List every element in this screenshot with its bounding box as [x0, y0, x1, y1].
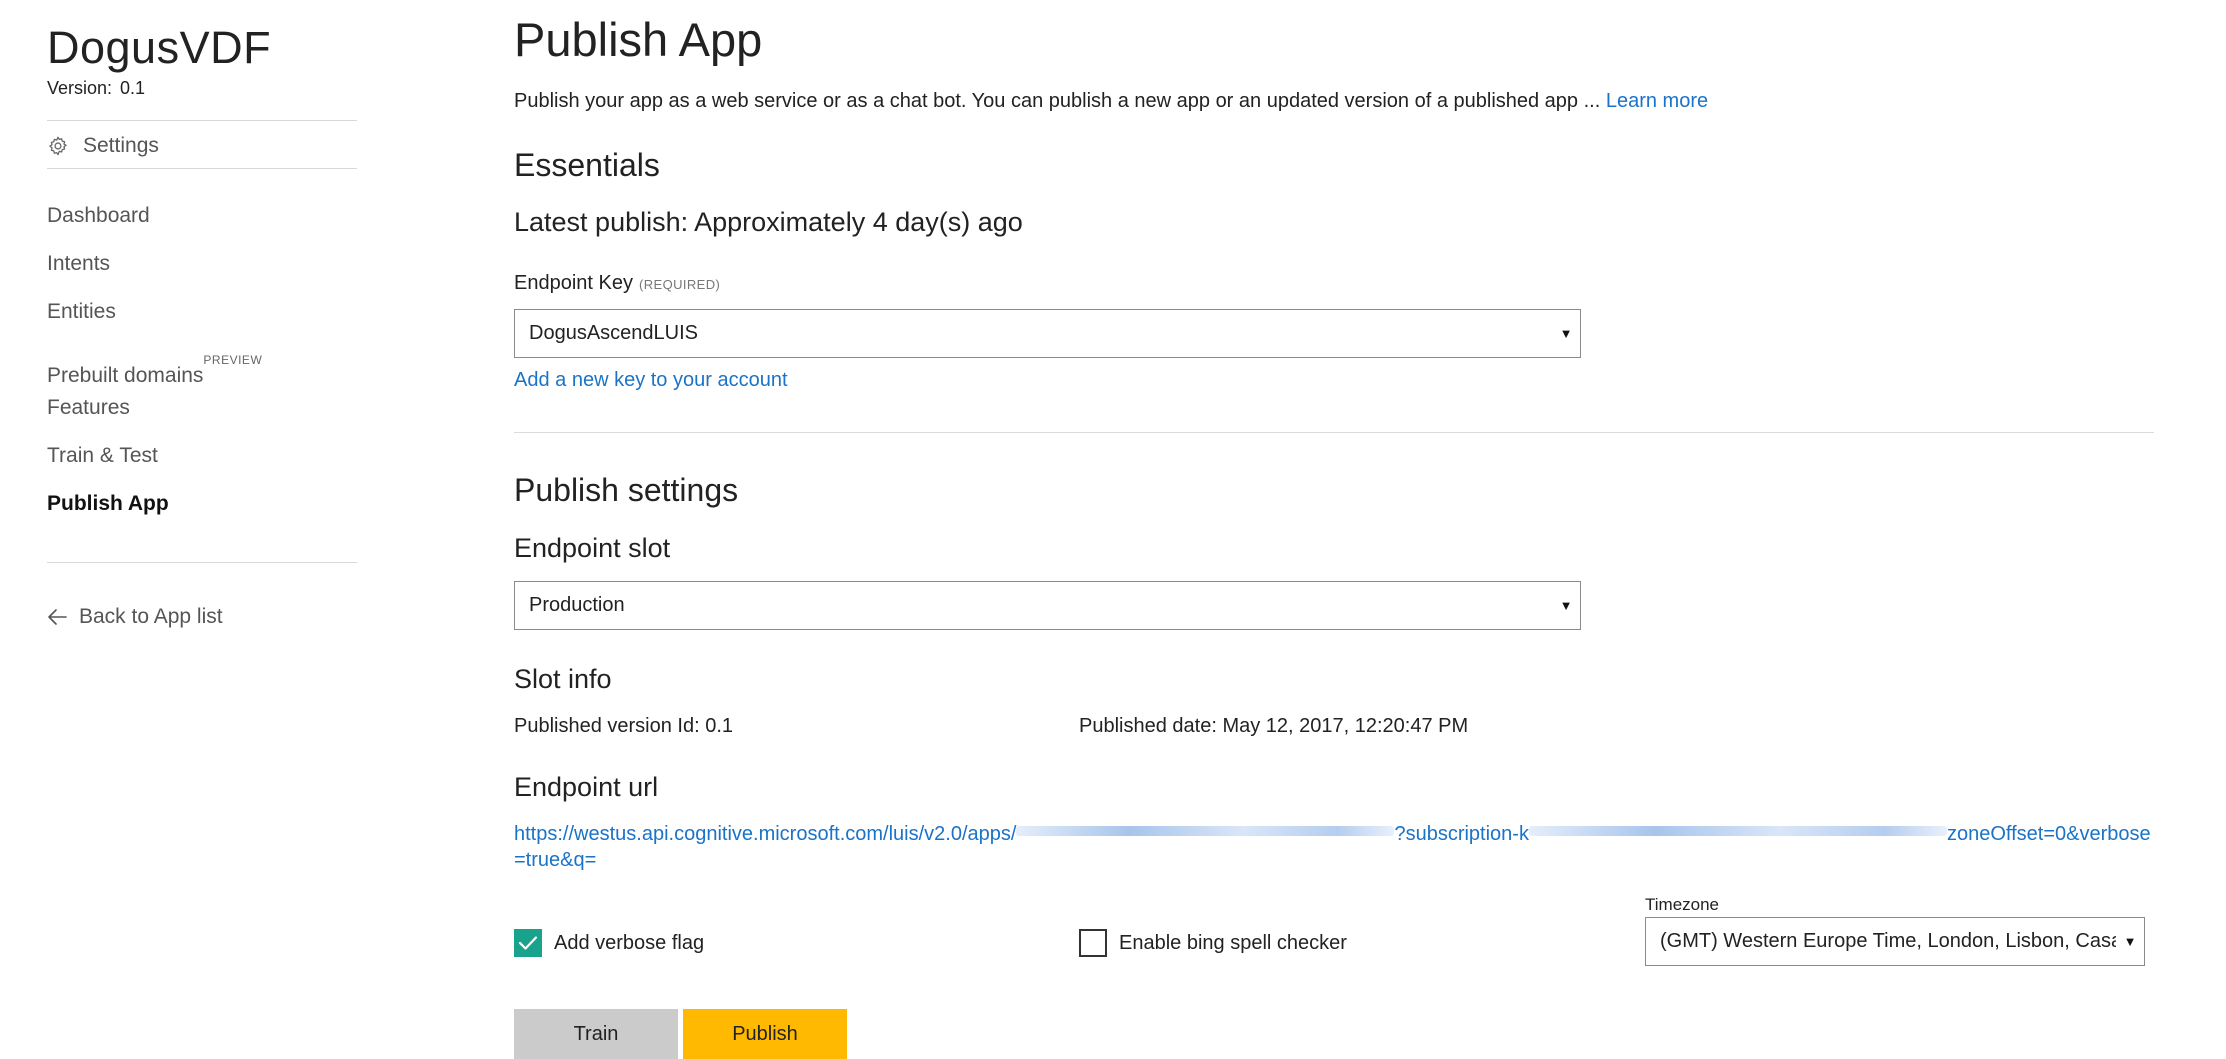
sidebar-item-entities[interactable]: Entities: [47, 294, 262, 342]
sidebar-item-features[interactable]: Features: [47, 390, 262, 438]
endpoint-key-select[interactable]: DogusAscendLUIS ▼: [514, 309, 1581, 358]
learn-more-link[interactable]: Learn more: [1606, 90, 1708, 112]
caret-down-icon: ▼: [2123, 934, 2137, 949]
add-new-key-link[interactable]: Add a new key to your account: [514, 369, 788, 392]
endpoint-slot-heading: Endpoint slot: [514, 533, 671, 563]
endpoint-key-value: DogusAscendLUIS: [529, 322, 698, 344]
checkbox-unchecked-icon: [1079, 929, 1107, 957]
caret-down-icon: ▼: [1559, 598, 1573, 613]
back-label: Back to App list: [79, 605, 223, 628]
timezone-value: (GMT) Western Europe Time, London, Lisbo…: [1660, 930, 2116, 952]
bing-spell-checker-checkbox[interactable]: Enable bing spell checker: [1079, 929, 1347, 957]
preview-badge: PREVIEW: [203, 353, 263, 367]
timezone-select[interactable]: (GMT) Western Europe Time, London, Lisbo…: [1645, 917, 2145, 966]
main-content: Publish App Publish your app as a web se…: [514, 0, 2154, 1059]
sidebar-item-label: Dashboard: [47, 204, 150, 227]
publish-settings-heading: Publish settings: [514, 472, 739, 508]
endpoint-url-part: ?subscription-k: [1394, 823, 1529, 845]
gear-icon: [49, 136, 67, 156]
endpoint-slot-select[interactable]: Production ▼: [514, 581, 1581, 630]
essentials-heading: Essentials: [514, 147, 660, 183]
slot-info-heading: Slot info: [514, 664, 612, 694]
sidebar-divider-top: [47, 120, 357, 121]
back-to-app-list-link[interactable]: Back to App list: [47, 605, 223, 629]
published-date: Published date: May 12, 2017, 12:20:47 P…: [1079, 715, 1469, 737]
sidebar-item-label: Prebuilt domains: [47, 364, 204, 387]
latest-publish-text: Latest publish: Approximately 4 day(s) a…: [514, 207, 1023, 237]
sidebar-item-intents[interactable]: Intents: [47, 246, 262, 294]
sidebar-item-label: Train & Test: [47, 444, 158, 467]
sidebar-item-train-test[interactable]: Train & Test: [47, 438, 262, 486]
page-description: Publish your app as a web service or as …: [514, 90, 1708, 113]
checkbox-checked-icon: [514, 929, 542, 957]
version-label: Version:: [47, 78, 113, 98]
arrow-left-icon: [48, 609, 67, 625]
bing-spell-label: Enable bing spell checker: [1119, 931, 1347, 954]
verbose-flag-label: Add verbose flag: [554, 931, 705, 954]
sidebar-item-label: Publish App: [47, 492, 169, 515]
sidebar-nav: Dashboard Intents Entities Prebuilt doma…: [47, 198, 262, 534]
published-version-id: Published version Id: 0.1: [514, 715, 734, 737]
required-tag: (REQUIRED): [638, 277, 721, 292]
redacted-subscription-key: [1528, 826, 1947, 836]
endpoint-key-label: Endpoint Key (REQUIRED): [514, 272, 720, 295]
sidebar-divider-bottom: [47, 562, 357, 563]
settings-label: Settings: [83, 134, 159, 157]
app-version: Version: 0.1: [47, 78, 145, 99]
verbose-flag-checkbox[interactable]: Add verbose flag: [514, 929, 704, 957]
sidebar-item-publish-app[interactable]: Publish App: [47, 486, 262, 534]
settings-link[interactable]: Settings: [47, 131, 159, 161]
endpoint-url-link[interactable]: https://westus.api.cognitive.microsoft.c…: [514, 821, 2154, 873]
sidebar: DogusVDF Version: 0.1 Settings Dashboard …: [47, 0, 357, 1055]
sidebar-item-label: Entities: [47, 300, 116, 323]
sidebar-item-label: Intents: [47, 252, 111, 275]
sidebar-divider-settings: [47, 168, 357, 169]
publish-button[interactable]: Publish: [683, 1009, 847, 1059]
version-value: 0.1: [120, 78, 146, 98]
page-title: Publish App: [514, 13, 763, 66]
train-button[interactable]: Train: [514, 1009, 678, 1059]
section-divider: [514, 432, 2154, 433]
timezone-label: Timezone: [1645, 895, 1720, 914]
redacted-app-id: [1016, 826, 1395, 836]
endpoint-key-label-text: Endpoint Key: [514, 272, 633, 294]
sidebar-item-prebuilt-domains[interactable]: Prebuilt domainsPREVIEW: [47, 342, 262, 390]
endpoint-url-heading: Endpoint url: [514, 772, 659, 802]
endpoint-url-part: https://westus.api.cognitive.microsoft.c…: [514, 823, 1017, 845]
app-name: DogusVDF: [47, 22, 272, 73]
endpoint-slot-value: Production: [529, 594, 625, 616]
description-text: Publish your app as a web service or as …: [514, 90, 1601, 112]
sidebar-item-label: Features: [47, 396, 130, 419]
sidebar-item-dashboard[interactable]: Dashboard: [47, 198, 262, 246]
caret-down-icon: ▼: [1559, 326, 1573, 341]
